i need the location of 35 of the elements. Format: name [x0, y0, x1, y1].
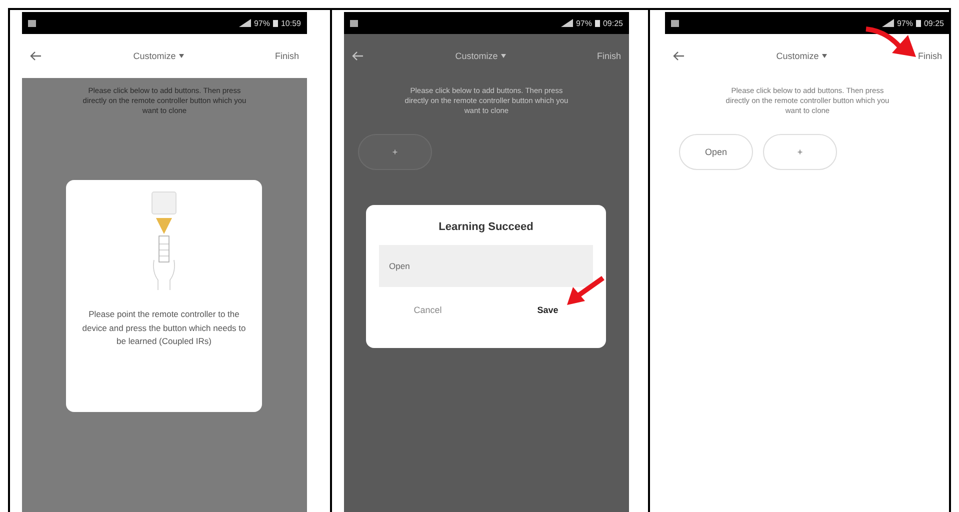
- back-arrow-icon[interactable]: [352, 51, 364, 61]
- remote-key-button[interactable]: Open: [679, 134, 753, 170]
- back-arrow-icon[interactable]: [30, 51, 42, 61]
- battery-icon: [272, 19, 278, 27]
- screen-title: Customize: [133, 51, 176, 61]
- finish-link[interactable]: Finish: [596, 51, 621, 61]
- remote-key-button[interactable]: +: [763, 134, 837, 170]
- battery-icon: [594, 19, 600, 27]
- signal-icon: [560, 19, 573, 27]
- remote-key-button[interactable]: +: [358, 134, 432, 170]
- save-button[interactable]: Save: [525, 299, 570, 321]
- clock-time: 09:25: [602, 18, 623, 28]
- battery-level: 97%: [896, 18, 913, 28]
- dialog-title: Learning Succeed: [438, 221, 534, 233]
- back-arrow-icon[interactable]: [673, 51, 685, 61]
- notification-icon: [671, 20, 679, 26]
- finish-link[interactable]: Finish: [918, 51, 942, 61]
- screen-title: Customize: [455, 51, 498, 61]
- dialog-message: Please point the remote controller to the device and press the button which needs to be learned (Coupled IRs): [81, 308, 247, 348]
- signal-icon: [238, 19, 251, 27]
- clock-time: 10:59: [280, 18, 301, 28]
- cancel-button[interactable]: Cancel: [402, 299, 454, 321]
- notification-icon: [28, 20, 36, 26]
- clock-time: 09:25: [924, 18, 944, 28]
- battery-level: 97%: [254, 18, 270, 28]
- name-input-field[interactable]: Open: [379, 245, 593, 287]
- signal-icon: [882, 19, 894, 27]
- screen-title: Customize: [776, 51, 819, 61]
- caret-icon[interactable]: [500, 54, 506, 58]
- caret-icon[interactable]: [178, 54, 184, 58]
- finish-link[interactable]: Finish: [274, 51, 299, 61]
- battery-icon: [916, 19, 921, 27]
- battery-level: 97%: [576, 18, 592, 28]
- notification-icon: [350, 20, 358, 26]
- caret-icon[interactable]: [822, 54, 827, 58]
